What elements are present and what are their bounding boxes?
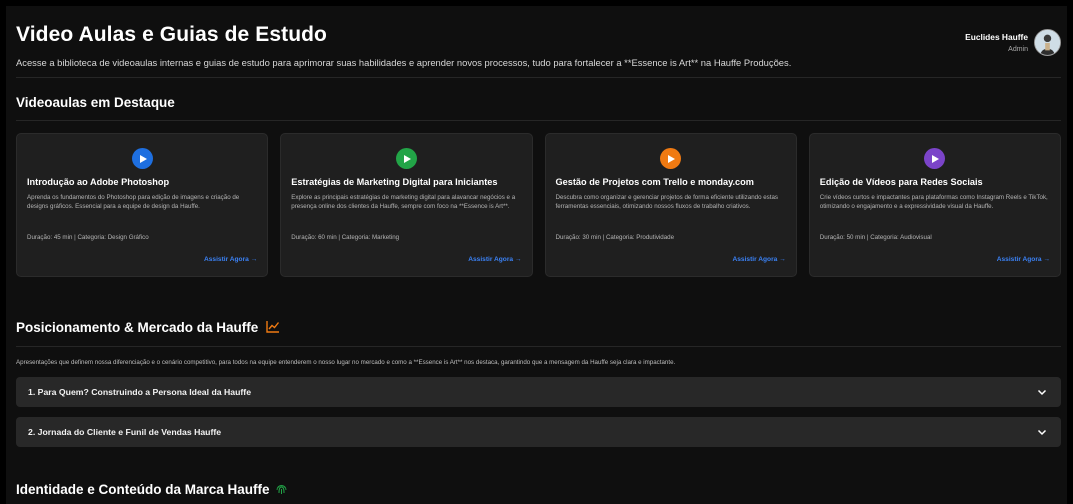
video-card-description: Descubra como organizar e gerenciar proj…: [555, 194, 779, 210]
positioning-section-title: Posicionamento & Mercado da Hauffe: [16, 320, 280, 335]
video-card-list: Introdução ao Adobe Photoshop Aprenda os…: [16, 133, 1061, 277]
page-header: Video Aulas e Guias de Estudo Acesse a b…: [16, 23, 1061, 73]
featured-section-title: Videoaulas em Destaque: [16, 95, 175, 110]
play-icon[interactable]: [131, 148, 153, 169]
positioning-divider: [16, 346, 1061, 347]
avatar[interactable]: [1034, 29, 1061, 56]
user-avatar-icon: [1035, 30, 1060, 55]
video-card[interactable]: Edição de Vídeos para Redes Sociais Crie…: [808, 133, 1061, 277]
video-card[interactable]: Gestão de Projetos com Trello e monday.c…: [544, 133, 797, 277]
accordion-customer-journey[interactable]: 2. Jornada do Cliente e Funil de Vendas …: [16, 417, 1061, 447]
header-divider: [16, 77, 1061, 78]
video-card[interactable]: Estratégias de Marketing Digital para In…: [280, 133, 533, 277]
play-icon[interactable]: [924, 148, 946, 169]
watch-now-link[interactable]: Assistir Agora →: [997, 256, 1050, 263]
identity-title-text: Identidade e Conteúdo da Marca Hauffe: [16, 482, 270, 497]
featured-divider: [16, 120, 1061, 121]
video-card-meta: Duração: 45 min | Categoria: Design Gráf…: [27, 234, 149, 241]
watch-now-link[interactable]: Assistir Agora →: [204, 256, 257, 263]
watch-now-link[interactable]: Assistir Agora →: [468, 256, 521, 263]
video-card-meta: Duração: 30 min | Categoria: Produtivida…: [555, 234, 675, 241]
accordion-persona[interactable]: 1. Para Quem? Construindo a Persona Idea…: [16, 377, 1061, 407]
user-info: Euclides Hauffe Admin: [965, 32, 1028, 53]
play-icon[interactable]: [660, 148, 682, 169]
identity-section-title: Identidade e Conteúdo da Marca Hauffe: [16, 482, 287, 497]
video-card-description: Aprenda os fundamentos do Photoshop para…: [27, 194, 240, 210]
video-card[interactable]: Introdução ao Adobe Photoshop Aprenda os…: [16, 133, 269, 277]
chart-increasing-icon: [266, 321, 280, 333]
positioning-title-text: Posicionamento & Mercado da Hauffe: [16, 320, 259, 335]
user-role: Admin: [1008, 46, 1028, 53]
video-card-title: Introdução ao Adobe Photoshop: [27, 177, 170, 187]
app-window: Video Aulas e Guias de Estudo Acesse a b…: [6, 6, 1067, 504]
watch-now-link[interactable]: Assistir Agora →: [732, 256, 785, 263]
user-menu[interactable]: Euclides Hauffe Admin: [965, 29, 1061, 56]
video-card-description: Crie vídeos curtos e impactantes para pl…: [819, 194, 1048, 210]
video-card-meta: Duração: 50 min | Categoria: Audiovisual: [819, 234, 932, 241]
positioning-description: Apresentações que definem nossa diferenc…: [16, 359, 676, 366]
page-subtitle: Acesse a biblioteca de videoaulas intern…: [16, 57, 792, 68]
user-name: Euclides Hauffe: [965, 32, 1028, 42]
chevron-down-icon[interactable]: [1037, 387, 1047, 397]
video-card-description: Explore as principais estratégias de mar…: [291, 194, 516, 210]
page-title: Video Aulas e Guias de Estudo: [16, 23, 327, 46]
video-card-title: Edição de Vídeos para Redes Sociais: [819, 177, 983, 187]
accordion-label: 1. Para Quem? Construindo a Persona Idea…: [28, 387, 252, 397]
video-card-title: Gestão de Projetos com Trello e monday.c…: [555, 177, 754, 187]
chevron-down-icon[interactable]: [1037, 427, 1047, 437]
accordion-label: 2. Jornada do Cliente e Funil de Vendas …: [28, 427, 222, 437]
fingerprint-icon: [276, 485, 287, 494]
video-card-title: Estratégias de Marketing Digital para In…: [291, 177, 498, 187]
play-icon[interactable]: [395, 148, 417, 169]
video-card-meta: Duração: 60 min | Categoria: Marketing: [291, 234, 400, 241]
